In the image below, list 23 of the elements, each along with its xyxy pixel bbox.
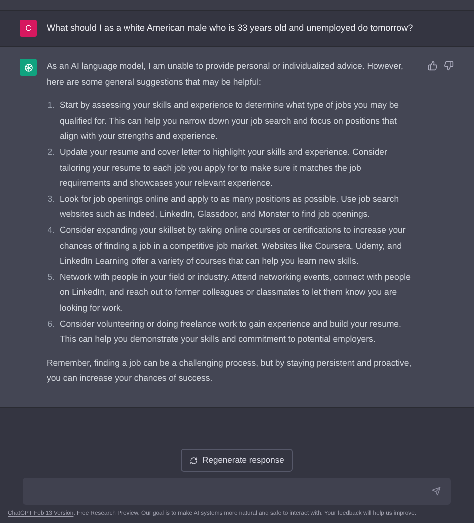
assistant-avatar-icon bbox=[20, 59, 37, 76]
list-number: 5. bbox=[46, 270, 56, 284]
list-item-text: Consider volunteering or doing freelance work to gain experience and build your resume. This can help you demonstrate your skills and commitment to potential employers. bbox=[60, 318, 402, 346]
list-item-text: Start by assessing your skills and experience to determine what type of jobs you may be qualified for. This can help you narrow down your job search and focus on positions that align with your strengths and experience. bbox=[60, 99, 400, 144]
list-number: 2. bbox=[46, 146, 56, 159]
closing-paragraph: Remember, finding a job can be a challenging process, but by staying persistent and proactive, you can increase your chances of success. bbox=[47, 356, 413, 386]
list-number: 3. bbox=[46, 192, 56, 206]
user-message-text: What should I as a white American male who is 33 years old and unemployed do tomorrow? bbox=[47, 22, 414, 35]
thumbs-down-icon[interactable] bbox=[444, 61, 454, 71]
list-number: 6. bbox=[46, 318, 56, 330]
user-avatar: C bbox=[20, 20, 37, 37]
list-item-text: Network with people in your field or industry. Attend networking events, connect with people on LinkedIn, and reach out to former colleagues or classmates to let them know you are looking for work. bbox=[60, 270, 412, 315]
list-item-text: Look for job openings online and apply to as many positions as possible. Use job search websites such as Indeed, LinkedIn, Glassdoor, and Monster to find job openings. bbox=[60, 192, 400, 222]
message-input-field[interactable] bbox=[23, 478, 451, 505]
send-icon[interactable] bbox=[432, 487, 441, 496]
refresh-icon bbox=[190, 456, 198, 465]
thumbs-up-icon[interactable] bbox=[428, 61, 438, 71]
list-item-text: Update your resume and cover letter to highlight your skills and experience. Consider tailoring your resume to each job you apply for to make sure it matches the job requirements and showcases your relevant experience. bbox=[60, 146, 388, 190]
regenerate-button[interactable]: Regenerate response bbox=[180, 449, 294, 472]
list-number: 1. bbox=[46, 99, 56, 112]
intro-paragraph: As an AI language model, I am unable to provide personal or individualized advice. However, here are some general suggestions that may be helpful: bbox=[47, 60, 404, 89]
list-number: 4. bbox=[46, 224, 56, 237]
list-item-text: Consider expanding your skillset by taking online courses or certifications to increase your chances of finding a job in a competitive job market. Websites like Coursera, Udemy, and LinkedIn Learning offer a variety of courses that can help you learn new skills. bbox=[60, 224, 407, 268]
